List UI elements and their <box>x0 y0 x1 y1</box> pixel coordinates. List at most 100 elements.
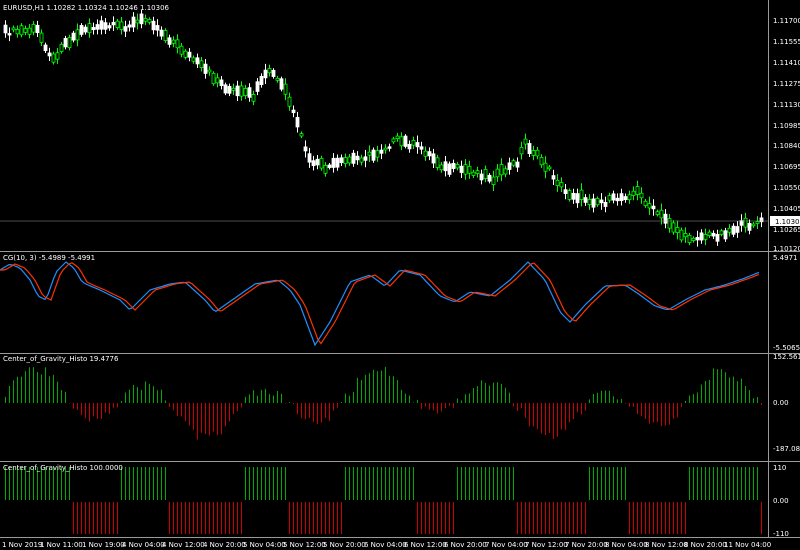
time-tick-label: 4 Nov 12:00 <box>162 541 205 549</box>
time-tick-label: 8 Nov 12:00 <box>645 541 688 549</box>
candle-body <box>599 199 604 204</box>
candle-body <box>499 164 504 176</box>
time-tick-label: 8 Nov 20:00 <box>684 541 727 549</box>
candle-body <box>155 25 160 31</box>
candle-body <box>471 171 476 176</box>
candle-body <box>403 135 408 147</box>
candle-body <box>547 166 552 170</box>
candle-body <box>407 143 412 150</box>
candle-body <box>699 232 704 241</box>
candle-body <box>51 53 56 63</box>
chart-canvas[interactable]: EURUSD,H1 1.10282 1.10324 1.10246 1.1030… <box>0 0 800 550</box>
candle-body <box>59 43 64 52</box>
time-axis[interactable]: 1 Nov 2019 1 Nov 11:00 1 Nov 19:00 4 Nov… <box>2 541 771 549</box>
candle-body <box>507 162 512 170</box>
candle-body <box>31 23 36 33</box>
candle-body <box>131 16 136 28</box>
candle-body <box>435 157 440 168</box>
candle-body <box>103 22 108 30</box>
candle-body <box>443 161 448 172</box>
candle-body <box>523 138 528 145</box>
candle-body <box>531 150 536 156</box>
candle-body <box>123 26 128 32</box>
current-price-label: 1.10306 <box>775 218 800 226</box>
candle-body <box>467 165 472 174</box>
candle-body <box>239 85 244 97</box>
candle-body <box>683 233 688 238</box>
candle-body <box>559 182 564 188</box>
candle-body <box>355 155 360 161</box>
candle-body <box>75 29 80 41</box>
candle-body <box>587 198 592 206</box>
candle-body <box>495 168 500 178</box>
price-tick-label: 1.10405 <box>773 205 800 213</box>
candle-body <box>223 84 228 94</box>
histogram-2-max-label: 110 <box>773 464 786 472</box>
candle-body <box>79 25 84 35</box>
price-tick-label: 1.10840 <box>773 142 800 150</box>
candle-body <box>719 230 724 235</box>
candle-body <box>95 24 100 30</box>
candle-body <box>515 161 520 168</box>
candle-body <box>315 158 320 166</box>
candle-body <box>351 152 356 164</box>
candle-body <box>543 162 548 172</box>
candle-body <box>7 33 12 36</box>
histogram-1-panel[interactable]: Center_of_Gravity_Histo 19.4776 152.5616… <box>3 353 800 453</box>
candle-body <box>3 24 8 34</box>
main-price-panel[interactable]: EURUSD,H1 1.10282 1.10324 1.10246 1.1030… <box>0 4 800 247</box>
candle-body <box>647 203 652 209</box>
candle-body <box>527 143 532 154</box>
candle-body <box>535 149 540 157</box>
candle-body <box>439 164 444 171</box>
main-chart-title: EURUSD,H1 1.10282 1.10324 1.10246 1.1030… <box>3 4 170 12</box>
candle-body <box>751 223 756 227</box>
candle-body <box>571 192 576 200</box>
candle-body <box>283 83 288 95</box>
candle-body <box>659 209 664 219</box>
candle-body <box>347 156 352 164</box>
candle-body <box>623 196 628 201</box>
candle-body <box>715 234 720 242</box>
candle-body <box>583 197 588 203</box>
histogram-1-bars <box>5 366 762 440</box>
candle-body <box>739 220 744 226</box>
time-tick-label: 5 Nov 04:00 <box>243 541 286 549</box>
candle-body <box>691 237 696 241</box>
candle-body <box>243 88 248 97</box>
candle-body <box>191 57 196 62</box>
histogram-2-panel[interactable]: Center_of_Gravity_Histo 100.0000 110 0.0… <box>3 464 789 538</box>
time-tick-label: 7 Nov 20:00 <box>565 541 608 549</box>
candle-body <box>379 149 384 154</box>
candle-body <box>419 146 424 150</box>
histogram-1-max-label: 152.5616 <box>773 353 800 361</box>
candle-body <box>395 135 400 140</box>
candle-body <box>35 24 40 34</box>
candle-body <box>115 20 120 28</box>
cg-signal-line <box>0 262 760 345</box>
candle-body <box>179 45 184 55</box>
candle-body <box>63 38 68 48</box>
time-tick-label: 8 Nov 04:00 <box>605 541 648 549</box>
price-tick-label: 1.10550 <box>773 184 800 192</box>
candle-body <box>423 150 428 157</box>
candle-body <box>679 229 684 241</box>
candle-body <box>271 69 276 77</box>
candle-body <box>27 27 32 35</box>
candle-body <box>215 77 220 84</box>
candles-layer <box>3 9 764 247</box>
candle-body <box>575 193 580 204</box>
candle-body <box>503 168 508 175</box>
candle-body <box>551 175 556 180</box>
candle-body <box>47 52 52 57</box>
price-tick-label: 1.10120 <box>773 245 800 253</box>
candle-body <box>311 160 316 167</box>
time-tick-label: 6 Nov 20:00 <box>444 541 487 549</box>
candle-body <box>247 87 252 98</box>
time-tick-label: 1 Nov 2019 <box>2 541 42 549</box>
cg-oscillator-panel[interactable]: CG(10, 3) -5.4989 -5.4991 5.4971 -5.5065 <box>0 254 800 352</box>
candle-body <box>127 24 132 28</box>
candle-body <box>143 17 148 22</box>
candle-body <box>591 198 596 208</box>
candle-body <box>291 109 296 114</box>
